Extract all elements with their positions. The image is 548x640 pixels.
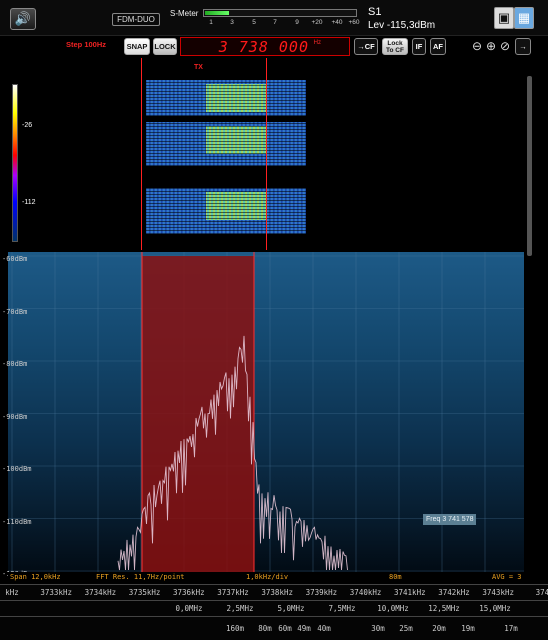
khz-tick-label: 3738kHz (261, 588, 293, 597)
band-tick-label: 160m (225, 624, 245, 633)
waterfall-signal (146, 80, 306, 116)
colorbar-bottom-label: -112 (22, 199, 36, 206)
smeter-tick: 1 (209, 19, 213, 26)
band-tick-label: 60m (278, 624, 292, 633)
step-label[interactable]: Step 100Hz (66, 40, 106, 49)
filter-edge-low[interactable] (141, 58, 142, 250)
waterfall-scrollbar[interactable] (527, 76, 532, 256)
khz-tick-label: 3741kHz (393, 588, 426, 597)
avg-text: AVG = 3 (492, 573, 522, 581)
band-tick-label: 30m (371, 624, 385, 633)
mhz-tick-label: 15,0MHz (479, 604, 511, 613)
smeter-tick: 7 (273, 19, 277, 26)
db-tick-label: -110dBm (2, 517, 32, 526)
band-tick-label: 17m (504, 624, 518, 633)
zoom-reset-icon[interactable]: ⊘ (499, 39, 511, 53)
khz-tick-label: 3733kHz (40, 588, 72, 597)
span-text: Span 12,0kHz (10, 573, 61, 581)
db-tick-label: -100dBm (2, 465, 32, 473)
band-tick-label: 49m (297, 624, 311, 633)
smeter-tick: +20 (311, 19, 323, 26)
khz-tick-label: 3734kHz (84, 588, 117, 597)
khz-tick-label: 3740kHz (349, 588, 382, 597)
waterfall-scanlines (146, 122, 306, 166)
mhz-tick-label: 12,5MHz (428, 604, 460, 613)
band-text: 80m (389, 573, 402, 581)
waterfall-scanlines (146, 80, 306, 116)
mhz-axis[interactable]: 0,0MHz 2,5MHz 5,0MHz 7,5MHz 10,0MHz 12,5MHz 15… (0, 600, 548, 616)
level-readout: Lev -115,3dBm (368, 20, 436, 31)
waterfall-signal (146, 122, 306, 166)
khz-tick-label: 374 (535, 588, 548, 597)
waterfall-scanlines (146, 188, 306, 234)
khz-tick-label: 3737kHz (217, 588, 249, 597)
device-badge[interactable]: FDM-DUO (112, 13, 160, 26)
camera-icon[interactable]: ▣ (494, 7, 514, 29)
smeter-scale: 1 3 5 7 9 +20 +40 +60 (203, 19, 363, 29)
db-tick-label: -60dBm (2, 255, 28, 263)
zoom-in-icon[interactable]: ⊕ (485, 39, 497, 53)
waterfall-signal (146, 188, 306, 234)
khz-tick-label: 3735kHz (128, 588, 161, 597)
lock-button[interactable]: LOCK (153, 38, 177, 55)
mhz-tick-label: 10,0MHz (377, 604, 409, 613)
db-tick-label: -90dBm (2, 412, 28, 421)
fft-res-text: FFT Res. 11,7Hz/point (96, 573, 185, 581)
speaker-icon[interactable]: 🔊 (10, 8, 36, 30)
smeter-tick: +40 (331, 19, 343, 26)
band-tick-label: 20m (432, 624, 446, 633)
khz-axis[interactable]: kHz 3733kHz 3734kHz 3735kHz 3736kHz 3737kHz 37… (0, 584, 548, 600)
mhz-tick-label: 5,0MHz (277, 604, 305, 613)
frequency-display[interactable]: 3 738 000 Hz (180, 37, 350, 56)
band-tick-label: 25m (399, 624, 413, 633)
control-bar: Step 100Hz SNAP LOCK 3 738 000 Hz →CF Lo… (0, 36, 548, 58)
colorbar-top-label: -26 (22, 122, 33, 129)
smeter-tick: +60 (348, 19, 360, 26)
arrow-right-icon[interactable]: → (515, 38, 531, 55)
snap-button[interactable]: SNAP (124, 38, 150, 55)
freq-marker: Freq 3 741 578 (423, 514, 477, 525)
mhz-tick-label: 2,5MHz (226, 604, 254, 613)
info-bar: Span 12,0kHz FFT Res. 11,7Hz/point 1,0kH… (8, 572, 524, 583)
waterfall-display[interactable] (8, 58, 524, 250)
khz-tick-label: kHz (5, 588, 19, 597)
tx-label: TX (194, 64, 203, 71)
if-button[interactable]: IF (412, 38, 426, 55)
settings-grid-icon[interactable]: ▦ (514, 7, 534, 29)
band-tick-label: 40m (317, 624, 331, 633)
band-tick-label: 80m (258, 624, 272, 633)
lock-to-cf-button[interactable]: Lock To CF (382, 38, 408, 55)
smeter-tick: 3 (230, 19, 234, 26)
khz-tick-label: 3736kHz (172, 588, 205, 597)
smeter-fill (205, 11, 230, 15)
s-unit-readout: S1 (368, 6, 382, 18)
smeter-tick: 5 (252, 19, 256, 26)
frequency-unit: Hz (313, 40, 321, 46)
db-tick-label: -70dBm (2, 307, 28, 316)
waterfall-colorbar (12, 84, 18, 242)
khz-tick-label: 3742kHz (438, 588, 470, 597)
af-button[interactable]: AF (430, 38, 446, 55)
zoom-out-icon[interactable]: ⊖ (471, 39, 483, 53)
mhz-tick-label: 0,0MHz (175, 604, 203, 613)
top-bar: 🔊 FDM-DUO S-Meter 1 3 5 7 9 +20 +40 +60 S1 Lev … (0, 0, 548, 36)
khz-tick-label: 3739kHz (305, 588, 338, 597)
db-tick-label: -80dBm (2, 360, 28, 368)
smeter-bar (203, 9, 357, 17)
passband-area (142, 256, 254, 572)
smeter-label: S-Meter (170, 9, 199, 18)
div-text: 1,0kHz/div (246, 573, 289, 581)
mhz-tick-label: 7,5MHz (328, 604, 356, 613)
to-cf-button[interactable]: →CF (354, 38, 378, 55)
band-tick-label: 19m (461, 624, 475, 633)
smeter-tick: 9 (295, 19, 299, 26)
khz-tick-label: 3743kHz (482, 588, 514, 597)
frequency-value: 3 738 000 (218, 38, 309, 56)
band-axis[interactable]: 160m 80m 60m 49m 40m 30m 25m 20m 19m 17m (0, 616, 548, 640)
filter-edge-high[interactable] (266, 58, 267, 250)
